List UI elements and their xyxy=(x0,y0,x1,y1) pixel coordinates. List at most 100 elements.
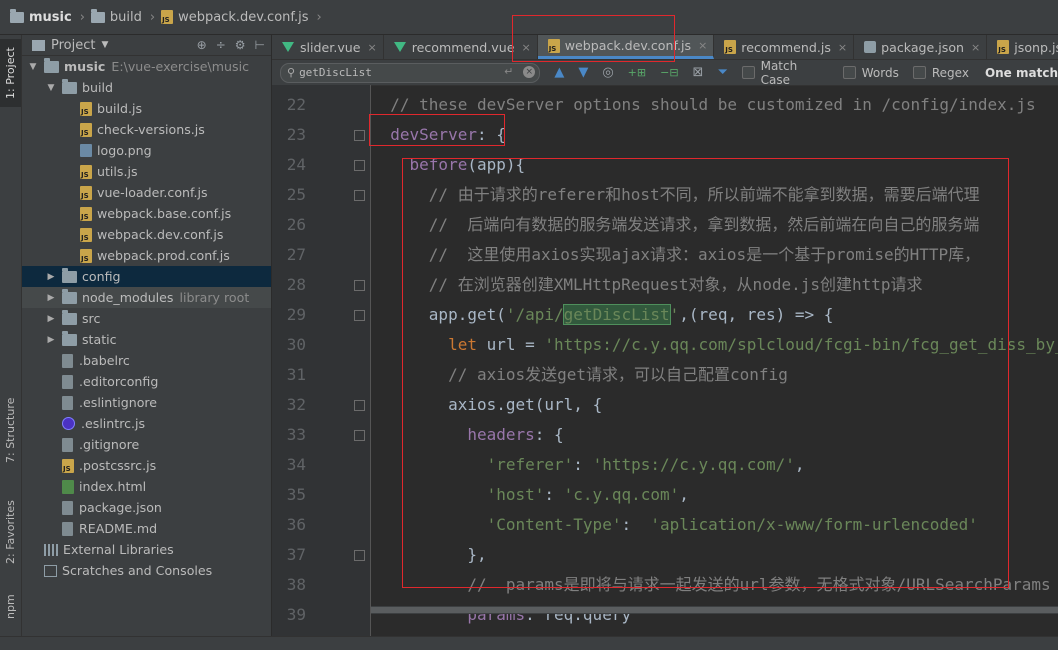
find-all-icon[interactable]: ◎ xyxy=(602,65,613,80)
code-line[interactable]: before(app){ xyxy=(371,150,526,180)
search-icon[interactable]: ⚲ xyxy=(287,66,295,79)
fold-marker-icon[interactable] xyxy=(354,310,365,321)
fold-marker-icon[interactable] xyxy=(354,130,365,141)
chevron-down-icon[interactable]: ▼ xyxy=(28,62,38,72)
clear-search-icon[interactable]: × xyxy=(523,65,536,78)
tree-item[interactable]: ▶ node_modules library root xyxy=(22,287,271,308)
fold-marker-icon[interactable] xyxy=(354,190,365,201)
close-icon[interactable]: × xyxy=(838,41,847,54)
code-editor[interactable]: // these devServer options should be cus… xyxy=(371,85,1058,649)
breadcrumb-project[interactable]: music › xyxy=(10,8,91,25)
tab-npm-tool[interactable]: npm xyxy=(0,583,21,631)
code-line[interactable]: // 后端向有数据的服务端发送请求，拿到数据，然后前端在向自己的服务端 xyxy=(371,210,980,240)
tree-item[interactable]: ▶.eslintignore xyxy=(22,392,271,413)
code-line[interactable]: // params是即将与请求一起发送的url参数，无格式对象/URLSearc… xyxy=(371,570,1050,600)
breadcrumb-folder[interactable]: build › xyxy=(90,8,161,25)
code-line[interactable]: 'referer': 'https://c.y.qq.com/', xyxy=(371,450,805,480)
code-line[interactable]: devServer: { xyxy=(371,120,506,150)
collapse-all-icon[interactable]: ÷ xyxy=(216,38,226,52)
code-line[interactable]: // 由于请求的referer和host不同，所以前端不能拿到数据，需要后端代理 xyxy=(371,180,980,210)
filter-icon[interactable]: ⏷ xyxy=(717,65,727,80)
tab-structure-tool[interactable]: 7: Structure xyxy=(0,385,21,475)
next-occurrence-icon[interactable]: ▼ xyxy=(578,65,588,80)
chevron-right-icon[interactable]: ▶ xyxy=(46,314,56,324)
words-checkbox[interactable]: Words xyxy=(842,66,899,80)
add-selection-icon[interactable]: +⊞ xyxy=(628,66,646,79)
newline-icon[interactable]: ↵ xyxy=(504,65,513,78)
code-line[interactable]: // 在浏览器创建XMLHttpRequest对象，从node.js创建http… xyxy=(371,270,923,300)
code-line[interactable]: 'host': 'c.y.qq.com', xyxy=(371,480,689,510)
tree-item[interactable]: ▼ build xyxy=(22,77,271,98)
tree-item[interactable]: ▶Scratches and Consoles xyxy=(22,560,271,581)
select-all-occurrences-icon[interactable]: ⊠ xyxy=(693,65,704,80)
tree-item[interactable]: ▶README.md xyxy=(22,518,271,539)
code-line[interactable]: headers: { xyxy=(371,420,563,450)
code-line[interactable]: // these devServer options should be cus… xyxy=(371,90,1035,120)
regex-checkbox[interactable]: Regex xyxy=(912,66,969,80)
chevron-down-icon[interactable]: ▼ xyxy=(101,40,108,50)
chevron-right-icon[interactable]: ▶ xyxy=(46,335,56,345)
code-line[interactable]: let url = 'https://c.y.qq.com/splcloud/f… xyxy=(371,330,1058,360)
editor-tab[interactable]: recommend.js × xyxy=(714,35,855,59)
match-case-checkbox[interactable]: Match Case xyxy=(741,59,829,87)
scrollbar-thumb[interactable] xyxy=(371,607,1058,613)
code-line[interactable]: }, xyxy=(371,540,486,570)
editor-tab[interactable]: package.json × xyxy=(854,35,988,59)
editor-tab[interactable]: webpack.dev.conf.js × xyxy=(537,35,715,59)
tree-item[interactable]: ▶.postcssrc.js xyxy=(22,455,271,476)
tree-item[interactable]: ▶.editorconfig xyxy=(22,371,271,392)
code-line[interactable]: axios.get(url, { xyxy=(371,390,602,420)
checkbox-box[interactable] xyxy=(912,66,926,79)
checkbox-box[interactable] xyxy=(741,66,755,79)
editor-tab[interactable]: slider.vue × xyxy=(272,35,384,59)
tree-item[interactable]: ▶.gitignore xyxy=(22,434,271,455)
code-line[interactable]: // axios发送get请求，可以自己配置config xyxy=(371,360,788,390)
code-line[interactable]: app.get('/api/getDiscList',(req, res) =>… xyxy=(371,300,833,330)
tree-item[interactable]: ▶webpack.base.conf.js xyxy=(22,203,271,224)
close-icon[interactable]: × xyxy=(368,41,377,54)
tree-item[interactable]: ▶ static xyxy=(22,329,271,350)
tree-item[interactable]: ▶ config xyxy=(22,266,271,287)
tree-item[interactable]: ▶utils.js xyxy=(22,161,271,182)
tree-item[interactable]: ▶package.json xyxy=(22,497,271,518)
tree-item[interactable]: ▶index.html xyxy=(22,476,271,497)
tree-item[interactable]: ▶ src xyxy=(22,308,271,329)
close-icon[interactable]: × xyxy=(971,41,980,54)
project-view-selector[interactable]: Project xyxy=(51,38,95,53)
fold-marker-icon[interactable] xyxy=(354,430,365,441)
tree-item[interactable]: ▼ music E:\vue-exercise\music xyxy=(22,56,271,77)
code-line[interactable]: // 这里使用axios实现ajax请求：axios是一个基于promise的H… xyxy=(371,240,980,270)
code-line[interactable]: 'Content-Type': 'aplication/x-www/form-u… xyxy=(371,510,978,540)
fold-marker-icon[interactable] xyxy=(354,280,365,291)
close-icon[interactable]: × xyxy=(698,39,707,52)
tab-project-tool[interactable]: 1: Project xyxy=(0,39,21,107)
remove-selection-icon[interactable]: −⊟ xyxy=(660,66,678,79)
previous-occurrence-icon[interactable]: ▲ xyxy=(554,65,564,80)
chevron-down-icon[interactable]: ▼ xyxy=(46,83,56,93)
code-line[interactable]: params: req.query xyxy=(371,600,631,630)
tree-item[interactable]: ▶.babelrc xyxy=(22,350,271,371)
search-input[interactable] xyxy=(299,66,500,79)
tree-item[interactable]: ▶External Libraries xyxy=(22,539,271,560)
chevron-right-icon[interactable]: ▶ xyxy=(46,293,56,303)
tab-favorites-tool[interactable]: 2: Favorites xyxy=(0,487,21,577)
tree-item[interactable]: ▶check-versions.js xyxy=(22,119,271,140)
chevron-right-icon[interactable]: ▶ xyxy=(46,272,56,282)
tree-item[interactable]: ▶vue-loader.conf.js xyxy=(22,182,271,203)
locate-file-icon[interactable]: ⊕ xyxy=(197,38,207,52)
fold-marker-icon[interactable] xyxy=(354,160,365,171)
tree-item[interactable]: ▶webpack.prod.conf.js xyxy=(22,245,271,266)
editor-tab[interactable]: recommend.vue × xyxy=(384,35,538,59)
gear-icon[interactable]: ⚙ xyxy=(235,38,246,52)
fold-marker-icon[interactable] xyxy=(354,550,365,561)
tree-item[interactable]: ▶logo.png xyxy=(22,140,271,161)
horizontal-scrollbar[interactable] xyxy=(371,606,1058,614)
editor-tab[interactable]: jsonp.js× xyxy=(987,35,1058,59)
tree-item[interactable]: ▶webpack.dev.conf.js xyxy=(22,224,271,245)
tree-item[interactable]: ▶build.js xyxy=(22,98,271,119)
close-icon[interactable]: × xyxy=(521,41,530,54)
tree-item[interactable]: ▶.eslintrc.js xyxy=(22,413,271,434)
fold-marker-icon[interactable] xyxy=(354,400,365,411)
hide-panel-icon[interactable]: ⊢ xyxy=(255,38,265,52)
checkbox-box[interactable] xyxy=(842,66,856,79)
